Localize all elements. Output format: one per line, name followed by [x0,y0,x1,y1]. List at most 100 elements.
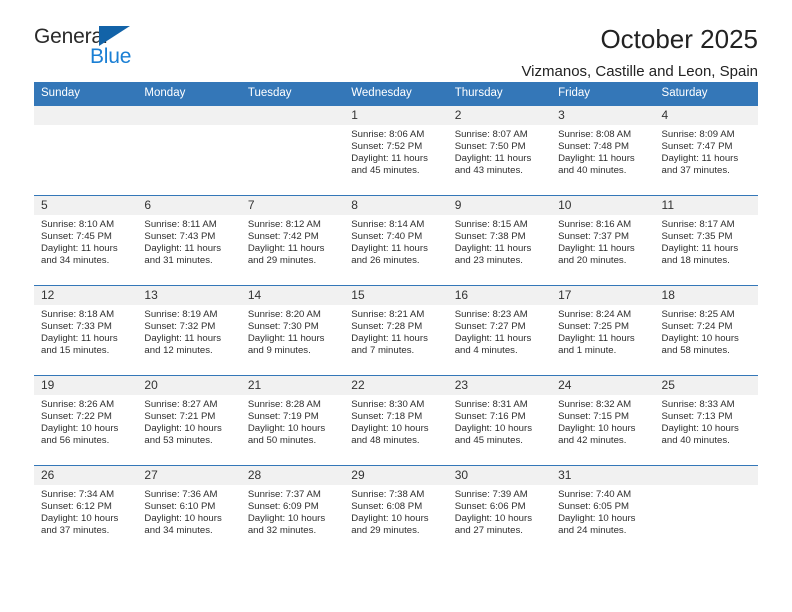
calendar-cell-day-8[interactable]: 8 Sunrise: 8:14 AM Sunset: 7:40 PM Daylight… [344,195,448,286]
cell-inner: 28 Sunrise: 7:37 AM Sunset: 6:09 PM Dayligh… [240,466,345,555]
calendar-cell-day-7[interactable]: 7 Sunrise: 8:12 AM Sunset: 7:42 PM Daylight… [240,195,345,286]
detail-line: and 29 minutes. [247,255,317,267]
calendar-week-row: 12 Sunrise: 8:18 AM Sunset: 7:33 PM Dayligh… [34,285,758,376]
calendar-cell-day-18[interactable]: 18 Sunrise: 8:25 AM Sunset: 7:24 PM Dayligh… [654,285,758,376]
detail-line: Daylight: 11 hours [41,243,118,255]
generalblue-logo[interactable]: General Blue [34,24,164,72]
weekday-header-wednesday: Wednesday [344,82,448,106]
day-number: 25 [654,376,758,395]
calendar-header-row: Sunday Monday Tuesday Wednesday Thursday Frid… [34,82,758,106]
detail-line: Daylight: 11 hours [661,153,739,165]
calendar-week-row: 5 Sunrise: 8:10 AM Sunset: 7:45 PM Daylight… [34,195,758,286]
detail-line: Daylight: 11 hours [558,243,635,255]
cell-inner: 7 Sunrise: 8:12 AM Sunset: 7:42 PM Daylight… [240,196,345,285]
calendar-cell-day-12[interactable]: 12 Sunrise: 8:18 AM Sunset: 7:33 PM Dayligh… [34,285,138,376]
detail-line: Sunset: 7:52 PM [351,141,423,153]
day-number: 18 [654,286,758,305]
detail-line: and 9 minutes. [247,345,311,357]
calendar-cell-day-24[interactable]: 24 Sunrise: 8:32 AM Sunset: 7:15 PM Dayligh… [551,375,655,466]
weekday-header-sunday: Sunday [34,82,138,106]
detail-line: Sunrise: 8:18 AM [41,309,115,320]
calendar-cell-day-14[interactable]: 14 Sunrise: 8:20 AM Sunset: 7:30 PM Dayligh… [240,285,345,376]
day-sun-details: Sunrise: 8:14 AM Sunset: 7:40 PM Daylight:… [344,215,447,267]
detail-line: Sunrise: 8:27 AM [144,399,218,410]
calendar-cell-empty [137,105,241,196]
detail-line: Sunset: 6:09 PM [247,501,319,513]
detail-line: and 32 minutes. [247,525,317,537]
logo-text-general: General [34,25,108,48]
calendar-cell-day-23[interactable]: 23 Sunrise: 8:31 AM Sunset: 7:16 PM Dayligh… [447,375,552,466]
detail-line: Daylight: 10 hours [247,423,326,435]
calendar-cell-day-21[interactable]: 21 Sunrise: 8:28 AM Sunset: 7:19 PM Dayligh… [240,375,345,466]
calendar-cell-day-11[interactable]: 11 Sunrise: 8:17 AM Sunset: 7:35 PM Dayligh… [654,195,758,286]
calendar-cell-day-22[interactable]: 22 Sunrise: 8:30 AM Sunset: 7:18 PM Dayligh… [344,375,448,466]
calendar-cell-day-27[interactable]: 27 Sunrise: 7:36 AM Sunset: 6:10 PM Dayligh… [137,465,241,556]
detail-line: and 37 minutes. [41,525,110,537]
calendar-cell-day-9[interactable]: 9 Sunrise: 8:15 AM Sunset: 7:38 PM Daylight… [447,195,552,286]
detail-line: Sunrise: 8:06 AM [351,129,425,140]
detail-line: Sunrise: 7:34 AM [41,489,115,500]
weekday-header-monday: Monday [137,82,241,106]
detail-line: Sunrise: 8:30 AM [351,399,425,410]
detail-line: Sunrise: 7:39 AM [454,489,528,500]
day-sun-details: Sunrise: 7:39 AM Sunset: 6:06 PM Daylight:… [448,485,551,537]
day-number: 14 [240,286,345,305]
calendar-cell-day-2[interactable]: 2 Sunrise: 8:07 AM Sunset: 7:50 PM Daylight… [447,105,552,196]
calendar-cell-day-25[interactable]: 25 Sunrise: 8:33 AM Sunset: 7:13 PM Dayligh… [654,375,758,466]
detail-line: Sunset: 7:27 PM [454,321,526,333]
calendar-cell-day-29[interactable]: 29 Sunrise: 7:38 AM Sunset: 6:08 PM Dayligh… [344,465,448,556]
day-number: 10 [551,196,655,215]
calendar-cell-day-15[interactable]: 15 Sunrise: 8:21 AM Sunset: 7:28 PM Dayligh… [344,285,448,376]
day-number: 2 [447,106,552,125]
cell-inner: 8 Sunrise: 8:14 AM Sunset: 7:40 PM Daylight… [344,196,448,285]
calendar-cell-day-26[interactable]: 26 Sunrise: 7:34 AM Sunset: 6:12 PM Dayligh… [34,465,138,556]
calendar-cell-day-30[interactable]: 30 Sunrise: 7:39 AM Sunset: 6:06 PM Dayligh… [447,465,552,556]
detail-line: and 43 minutes. [454,165,523,177]
calendar-cell-day-19[interactable]: 19 Sunrise: 8:26 AM Sunset: 7:22 PM Dayligh… [34,375,138,466]
calendar-cell-day-17[interactable]: 17 Sunrise: 8:24 AM Sunset: 7:25 PM Dayligh… [551,285,655,376]
calendar-cell-day-3[interactable]: 3 Sunrise: 8:08 AM Sunset: 7:48 PM Daylight… [551,105,655,196]
detail-line: Daylight: 11 hours [144,333,222,345]
calendar-cell-day-20[interactable]: 20 Sunrise: 8:27 AM Sunset: 7:21 PM Dayligh… [137,375,241,466]
day-number: 22 [344,376,448,395]
calendar-cell-empty [654,465,758,556]
calendar-cell-day-16[interactable]: 16 Sunrise: 8:23 AM Sunset: 7:27 PM Dayligh… [447,285,552,376]
day-number [654,466,758,485]
calendar-cell-day-10[interactable]: 10 Sunrise: 8:16 AM Sunset: 7:37 PM Dayligh… [551,195,655,286]
detail-line: and 18 minutes. [661,255,730,267]
calendar-cell-day-4[interactable]: 4 Sunrise: 8:09 AM Sunset: 7:47 PM Daylight… [654,105,758,196]
detail-line: Sunset: 7:38 PM [454,231,526,243]
calendar-cell-day-1[interactable]: 1 Sunrise: 8:06 AM Sunset: 7:52 PM Daylight… [344,105,448,196]
day-sun-details: Sunrise: 8:20 AM Sunset: 7:30 PM Daylight:… [241,305,344,357]
detail-line: Sunset: 7:21 PM [144,411,216,423]
cell-inner: 1 Sunrise: 8:06 AM Sunset: 7:52 PM Daylight… [344,106,448,195]
calendar-cell-day-13[interactable]: 13 Sunrise: 8:19 AM Sunset: 7:32 PM Dayligh… [137,285,241,376]
detail-line: Sunrise: 8:14 AM [351,219,425,230]
detail-line: Daylight: 11 hours [351,153,428,165]
calendar-cell-day-6[interactable]: 6 Sunrise: 8:11 AM Sunset: 7:43 PM Daylight… [137,195,241,286]
day-number: 13 [137,286,241,305]
cell-inner: 2 Sunrise: 8:07 AM Sunset: 7:50 PM Daylight… [447,106,552,195]
day-sun-details: Sunrise: 8:21 AM Sunset: 7:28 PM Daylight:… [344,305,447,357]
cell-inner: 17 Sunrise: 8:24 AM Sunset: 7:25 PM Dayligh… [551,286,655,375]
detail-line: Sunset: 7:47 PM [661,141,733,153]
detail-line: and 48 minutes. [351,435,420,447]
cell-inner: 29 Sunrise: 7:38 AM Sunset: 6:08 PM Dayligh… [344,466,448,555]
calendar-week-row: 19 Sunrise: 8:26 AM Sunset: 7:22 PM Dayligh… [34,375,758,466]
detail-line: Sunrise: 7:40 AM [558,489,632,500]
day-sun-details: Sunrise: 8:28 AM Sunset: 7:19 PM Daylight:… [241,395,344,447]
day-number: 27 [137,466,241,485]
detail-line: Daylight: 11 hours [454,333,532,345]
detail-line: Sunrise: 8:08 AM [558,129,632,140]
calendar-cell-empty [240,105,345,196]
cell-inner: 25 Sunrise: 8:33 AM Sunset: 7:13 PM Dayligh… [654,376,758,465]
calendar-cell-day-5[interactable]: 5 Sunrise: 8:10 AM Sunset: 7:45 PM Daylight… [34,195,138,286]
detail-line: Sunset: 7:30 PM [247,321,319,333]
day-sun-details: Sunrise: 8:16 AM Sunset: 7:37 PM Daylight:… [551,215,654,267]
detail-line: Daylight: 10 hours [144,423,222,435]
calendar-body: 1 Sunrise: 8:06 AM Sunset: 7:52 PM Daylight… [34,105,758,556]
calendar-cell-day-28[interactable]: 28 Sunrise: 7:37 AM Sunset: 6:09 PM Dayligh… [240,465,345,556]
calendar-cell-day-31[interactable]: 31 Sunrise: 7:40 AM Sunset: 6:05 PM Dayligh… [551,465,655,556]
detail-line: Daylight: 11 hours [247,243,325,255]
page-header: General Blue October 2025 Vizmanos, Cast… [34,0,758,80]
